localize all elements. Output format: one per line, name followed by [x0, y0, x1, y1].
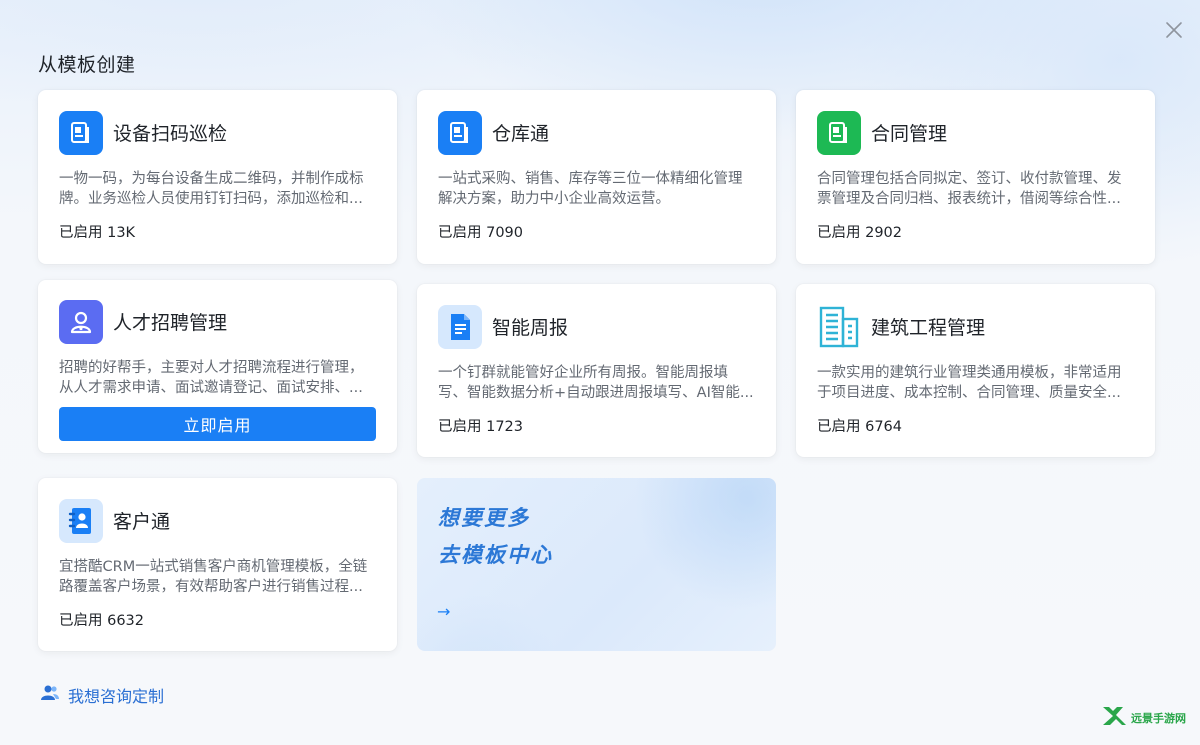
template-description: 宜搭酷CRM一站式销售客户商机管理模板，全链路覆盖客户场景，有效帮助客户进行销售… [59, 559, 368, 595]
enable-now-button[interactable]: 立即启用 [59, 407, 376, 441]
contact-book-icon [59, 498, 103, 543]
watermark-logo: 远景手游网 [1101, 705, 1186, 731]
arrow-right-icon[interactable]: → [437, 602, 450, 621]
template-description: 一物一码，为每台设备生成二维码，并制作成标牌。业务巡检人员使用钉钉扫码，添加巡检… [59, 171, 364, 207]
report-icon [438, 304, 482, 349]
template-usage-count: 已启用 6632 [59, 613, 145, 629]
consult-label: 我想咨询定制 [68, 687, 165, 706]
template-name: 合同管理 [871, 123, 948, 145]
template-name: 客户通 [113, 511, 171, 533]
more-templates-line2: 去模板中心 [438, 543, 553, 567]
template-description: 一站式采购、销售、库存等三位一体精细化管理解决方案，助力中小企业高效运营。 [438, 171, 743, 207]
template-name: 人才招聘管理 [113, 312, 228, 334]
more-templates-line1: 想要更多 [438, 506, 530, 530]
document-icon [438, 110, 482, 155]
template-card-equipment-inspection[interactable]: 设备扫码巡检 一物一码，为每台设备生成二维码，并制作成标牌。业务巡检人员使用钉钉… [38, 90, 397, 264]
template-usage-count: 已启用 7090 [438, 225, 524, 241]
template-description: 一款实用的建筑行业管理类通用模板，非常适用于项目进度、成本控制、合同管理、质量安… [817, 365, 1122, 401]
template-name: 设备扫码巡检 [113, 123, 228, 145]
watermark-text: 远景手游网 [1131, 711, 1186, 725]
template-name: 仓库通 [492, 123, 550, 145]
template-description: 合同管理包括合同拟定、签订、收付款管理、发票管理及合同归档、报表统计，借阅等综合… [817, 171, 1122, 207]
template-name: 智能周报 [492, 317, 569, 339]
template-center-card[interactable]: 想要更多 去模板中心 → [417, 478, 776, 651]
template-card-warehouse[interactable]: 仓库通 一站式采购、销售、库存等三位一体精细化管理解决方案，助力中小企业高效运营… [417, 90, 776, 264]
template-card-contract[interactable]: 合同管理 合同管理包括合同拟定、签订、收付款管理、发票管理及合同归档、报表统计，… [796, 90, 1155, 264]
person-icon [59, 299, 103, 344]
document-icon [817, 110, 861, 155]
template-name: 建筑工程管理 [871, 317, 986, 339]
consult-custom-link[interactable]: 我想咨询定制 [40, 683, 164, 707]
building-icon [817, 305, 861, 349]
template-usage-count: 已启用 13K [59, 225, 136, 241]
document-icon [59, 110, 103, 155]
template-card-customer[interactable]: 客户通 宜搭酷CRM一站式销售客户商机管理模板，全链路覆盖客户场景，有效帮助客户… [38, 478, 397, 651]
template-usage-count: 已启用 1723 [438, 419, 524, 435]
template-usage-count: 已启用 6764 [817, 419, 903, 435]
template-card-construction[interactable]: 建筑工程管理 一款实用的建筑行业管理类通用模板，非常适用于项目进度、成本控制、合… [796, 284, 1155, 457]
logo-icon [1101, 705, 1127, 731]
template-description: 招聘的好帮手，主要对人才招聘流程进行管理，从人才需求申请、面试邀请登记、面试安排… [59, 360, 364, 396]
close-icon[interactable] [1162, 18, 1186, 42]
users-icon [40, 684, 60, 706]
template-card-weekly-report[interactable]: 智能周报 一个钉群就能管好企业所有周报。智能周报填写、智能数据分析+自动跟进周报… [417, 284, 776, 457]
template-card-recruitment[interactable]: 人才招聘管理 招聘的好帮手，主要对人才招聘流程进行管理，从人才需求申请、面试邀请… [38, 280, 397, 453]
page-title: 从模板创建 [38, 54, 136, 76]
template-description: 一个钉群就能管好企业所有周报。智能周报填写、智能数据分析+自动跟进周报填写、AI… [438, 365, 754, 401]
template-usage-count: 已启用 2902 [817, 225, 903, 241]
